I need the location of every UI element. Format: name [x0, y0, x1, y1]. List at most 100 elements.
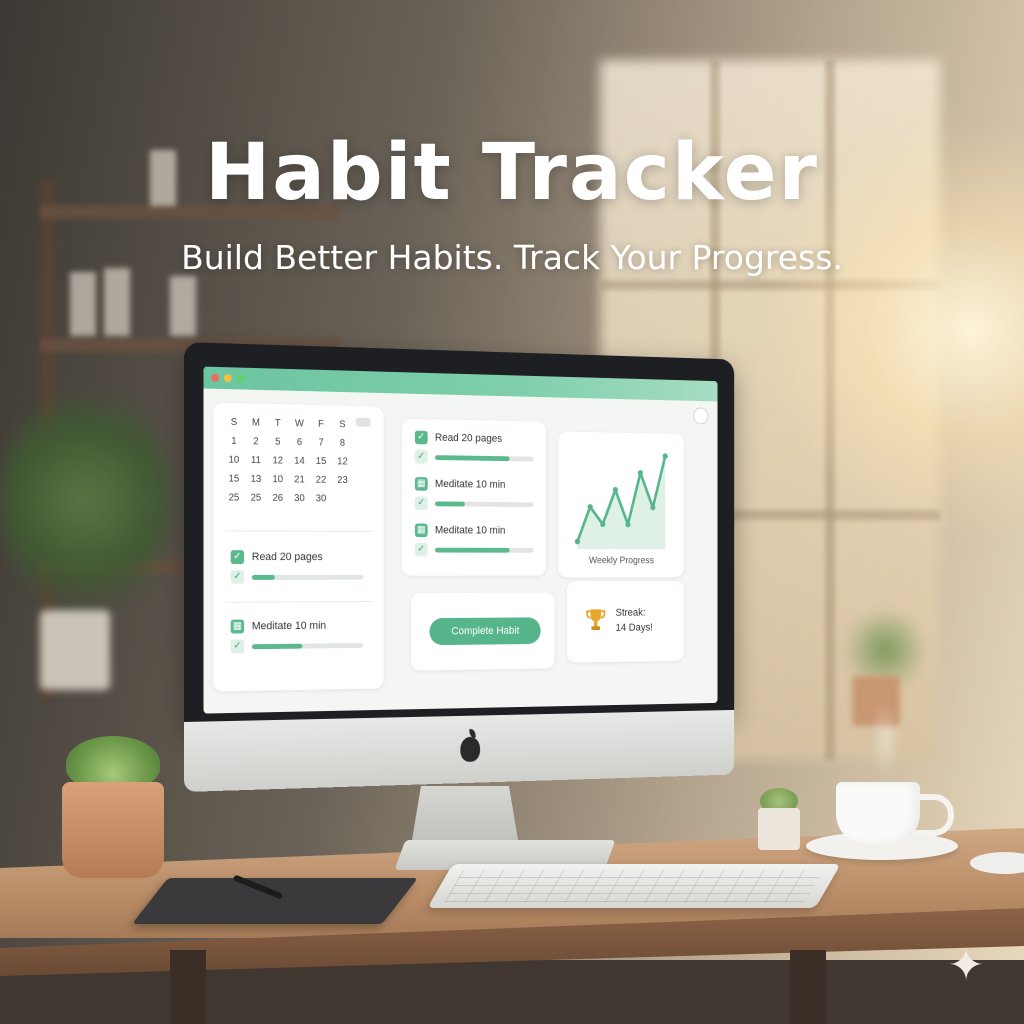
calendar-day[interactable]: 10: [223, 455, 245, 466]
chart-label: Weekly Progress: [589, 555, 654, 567]
habit-progress-bar: [434, 547, 534, 553]
habit-progress-fill: [251, 643, 303, 649]
divider: [224, 530, 373, 532]
habit-item[interactable]: ✓ Read 20 pages ✓: [414, 430, 534, 466]
close-window-icon[interactable]: [211, 373, 220, 382]
habit-progress-fill: [434, 547, 510, 553]
coffee-cup: [836, 782, 920, 844]
calendar-day[interactable]: 25: [223, 492, 245, 503]
habit-name: Meditate 10 min: [434, 524, 506, 537]
chart-point: [587, 504, 593, 510]
cup-handle: [912, 794, 954, 836]
checkbox-icon[interactable]: ✓: [414, 496, 428, 511]
book-icon: ✓: [230, 550, 245, 565]
calendar-weekday: S: [339, 419, 346, 431]
calendar-day[interactable]: 15: [310, 456, 332, 467]
calendar-day[interactable]: 15: [223, 474, 245, 485]
streak-value: 14 Days!: [615, 622, 653, 634]
habits-card: ✓ Read 20 pages ✓ ▦ Meditate 10 min ✓ ▦ …: [402, 418, 546, 576]
keyboard: [427, 864, 841, 908]
book: [170, 276, 196, 336]
calendar-day[interactable]: 12: [267, 455, 289, 466]
calendar-icon: ▦: [414, 523, 428, 538]
calendar-day[interactable]: 23: [332, 475, 353, 486]
habit-item[interactable]: ▦ Meditate 10 min ✓: [230, 619, 364, 654]
calendar-weekday: S: [230, 416, 238, 429]
habit-progress-bar: [434, 454, 534, 462]
calendar-weekday: M: [251, 417, 260, 429]
calendar-day[interactable]: 2: [245, 436, 267, 447]
habit-item[interactable]: ▦ Meditate 10 min ✓: [414, 477, 534, 511]
habit-progress-bar: [434, 500, 534, 507]
calendar-day[interactable]: 1: [223, 436, 245, 447]
calendar-card: S M T W F S 1 2 5 6 7 8 10 11 12 14 15 1…: [213, 402, 384, 692]
calendar-day[interactable]: 11: [245, 455, 267, 466]
calendar-day[interactable]: 25: [245, 493, 267, 504]
complete-habit-card: Complete Habit: [411, 592, 555, 671]
background-plant: [0, 380, 170, 620]
checkbox-icon[interactable]: ✓: [414, 542, 428, 557]
succulent-pot: [62, 782, 164, 878]
calendar-weekday: F: [318, 418, 324, 430]
checkbox-icon[interactable]: ✓: [230, 639, 245, 654]
monitor-chin: [184, 709, 735, 792]
habit-name: Meditate 10 min: [434, 478, 506, 491]
avatar[interactable]: [693, 408, 708, 424]
trophy-icon: [586, 607, 605, 631]
habit-name: Meditate 10 min: [251, 619, 327, 633]
scene: Habit Tracker Build Better Habits. Track…: [0, 0, 1024, 1024]
habit-progress-fill: [434, 500, 465, 507]
desk-leg: [790, 950, 826, 1024]
page-subtitle: Build Better Habits. Track Your Progress…: [181, 238, 843, 277]
streak-label: Streak:: [615, 607, 646, 619]
streak-text: Streak: 14 Days!: [616, 605, 653, 635]
streak-card: Streak: 14 Days!: [566, 580, 684, 663]
background-pot: [40, 610, 110, 690]
checkbox-icon[interactable]: ✓: [414, 449, 428, 464]
habit-progress-bar: [251, 642, 364, 649]
habit-item[interactable]: ▦ Meditate 10 min ✓: [414, 523, 534, 557]
habit-name: Read 20 pages: [251, 551, 323, 564]
monitor: S M T W F S 1 2 5 6 7 8 10 11 12 14 15 1…: [184, 342, 735, 792]
weekly-progress-card: Weekly Progress: [558, 431, 684, 578]
sparkle-icon: ✦: [947, 941, 985, 990]
calendar-day[interactable]: 5: [267, 437, 289, 448]
calendar-day[interactable]: 22: [310, 475, 332, 486]
calendar-weekday: W: [294, 418, 304, 430]
complete-habit-button[interactable]: Complete Habit: [429, 617, 541, 646]
apple-logo-icon: [460, 736, 481, 763]
habit-progress-fill: [251, 574, 275, 580]
book: [70, 272, 96, 336]
chart-point: [574, 538, 581, 545]
calendar-grid: S M T W F S 1 2 5 6 7 8 10 11 12 14 15 1…: [223, 417, 374, 505]
small-succulent-pot: [758, 808, 800, 850]
calendar-day[interactable]: 14: [289, 456, 311, 467]
habit-item[interactable]: ✓ Read 20 pages ✓: [230, 550, 364, 584]
maximize-window-icon[interactable]: [236, 374, 245, 383]
divider: [224, 601, 373, 603]
calendar-day[interactable]: 30: [289, 493, 311, 504]
book-icon: ✓: [414, 430, 428, 445]
calendar-weekday: T: [274, 417, 281, 429]
calendar-icon: ▦: [414, 477, 428, 491]
calendar-day[interactable]: [332, 494, 353, 505]
calendar-icon: ▦: [230, 619, 245, 634]
minimize-window-icon[interactable]: [223, 374, 232, 383]
checkbox-icon[interactable]: ✓: [230, 569, 245, 584]
calendar-day[interactable]: 6: [289, 437, 311, 448]
chart-point: [650, 504, 656, 511]
calendar-day[interactable]: 12: [332, 456, 353, 467]
book: [104, 268, 130, 336]
calendar-day[interactable]: 30: [310, 493, 332, 504]
weekly-progress-chart: [574, 447, 668, 550]
coffee-steam: [870, 700, 900, 780]
habit-progress-bar: [251, 574, 364, 580]
calendar-day[interactable]: 21: [289, 474, 311, 485]
habit-progress-fill: [434, 454, 510, 461]
calendar-day[interactable]: 7: [310, 437, 332, 449]
calendar-day[interactable]: 10: [267, 474, 289, 485]
calendar-day[interactable]: 26: [267, 493, 289, 504]
calendar-day[interactable]: 13: [245, 474, 267, 485]
chart-point: [625, 521, 631, 528]
calendar-day[interactable]: 8: [332, 438, 353, 449]
